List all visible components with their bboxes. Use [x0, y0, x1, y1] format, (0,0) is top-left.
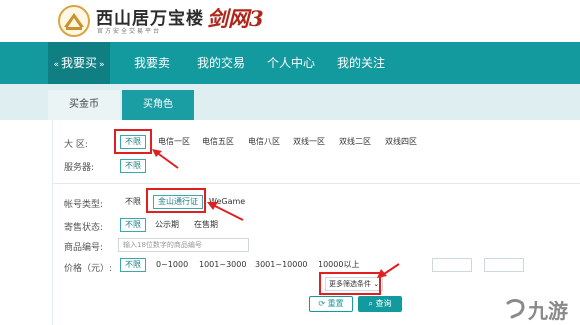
server-option-any[interactable]: 不限 — [120, 159, 146, 173]
price-max-input[interactable] — [484, 258, 524, 272]
price-option-10000-plus[interactable]: 10000以上 — [318, 258, 360, 272]
highlight-box-region — [114, 129, 152, 154]
watermark: 九游 — [504, 295, 572, 323]
nav-left-chevron-icon: « — [53, 60, 59, 70]
price-option-any[interactable]: 不限 — [120, 258, 146, 272]
account-type-option-any[interactable]: 不限 — [125, 195, 141, 209]
nav-item-my-follows[interactable]: 我的关注 — [330, 42, 392, 84]
nav-item-buy[interactable]: «我要买» — [48, 42, 110, 84]
item-id-input[interactable]: 输入18位数字的商品编号 — [118, 238, 249, 252]
highlight-box-account-type — [146, 188, 206, 213]
price-option-0-1000[interactable]: 0~1000 — [156, 258, 188, 272]
watermark-logo-icon — [506, 299, 525, 319]
reset-button[interactable]: ⟳ 重置 — [309, 296, 353, 312]
price-option-1001-3000[interactable]: 1001~3000 — [199, 258, 246, 272]
region-option-telecom-8[interactable]: 电信八区 — [248, 135, 280, 149]
sale-status-option-any[interactable]: 不限 — [120, 218, 146, 232]
search-icon: ⌕ — [368, 299, 373, 308]
section-divider — [52, 183, 580, 184]
site-logo-emblem-icon[interactable] — [58, 5, 90, 37]
watermark-text: 九游 — [528, 299, 568, 323]
refresh-icon: ⟳ — [318, 299, 326, 308]
price-min-input[interactable] — [432, 258, 472, 272]
nav-item-my-trades[interactable]: 我的交易 — [190, 42, 252, 84]
nav-right-chevron-icon: » — [99, 60, 105, 70]
sale-status-option-on-sale[interactable]: 在售期 — [194, 218, 218, 232]
highlight-box-more-filters — [319, 272, 381, 295]
nav-item-sell[interactable]: 我要卖 — [124, 42, 180, 84]
site-subtitle: 官方安全交易平台 — [97, 28, 162, 35]
price-option-3001-10000[interactable]: 3001~10000 — [255, 258, 308, 272]
sale-status-label: 寄售状态: — [64, 223, 104, 233]
region-option-telecom-5[interactable]: 电信五区 — [202, 135, 234, 149]
region-option-dual-2[interactable]: 双线二区 — [339, 135, 371, 149]
region-option-dual-1[interactable]: 双线一区 — [293, 135, 325, 149]
nav-item-personal-center[interactable]: 个人中心 — [260, 42, 322, 84]
price-label: 价格（元）: — [64, 264, 113, 274]
item-id-label: 商品编号: — [64, 243, 104, 253]
tab-buy-character[interactable]: 买角色 — [122, 90, 194, 120]
sale-status-option-public[interactable]: 公示期 — [155, 218, 179, 232]
site-header: 西山居万宝楼 官方安全交易平台 剑网3 — [0, 0, 580, 42]
region-label: 大 区: — [64, 140, 88, 150]
server-label: 服务器: — [64, 163, 95, 173]
region-option-telecom-1[interactable]: 电信一区 — [158, 135, 190, 149]
main-nav: «我要买» 我要卖 我的交易 个人中心 我的关注 — [0, 42, 580, 84]
red-arrow-icon — [152, 149, 179, 169]
account-type-label: 帐号类型: — [64, 200, 104, 210]
game-logo: 剑网3 — [207, 6, 264, 31]
red-arrow-icon — [377, 263, 400, 278]
tab-buy-gold[interactable]: 买金币 — [48, 90, 120, 120]
region-option-dual-4[interactable]: 双线四区 — [385, 135, 417, 149]
search-button[interactable]: ⌕ 查询 — [358, 296, 402, 312]
